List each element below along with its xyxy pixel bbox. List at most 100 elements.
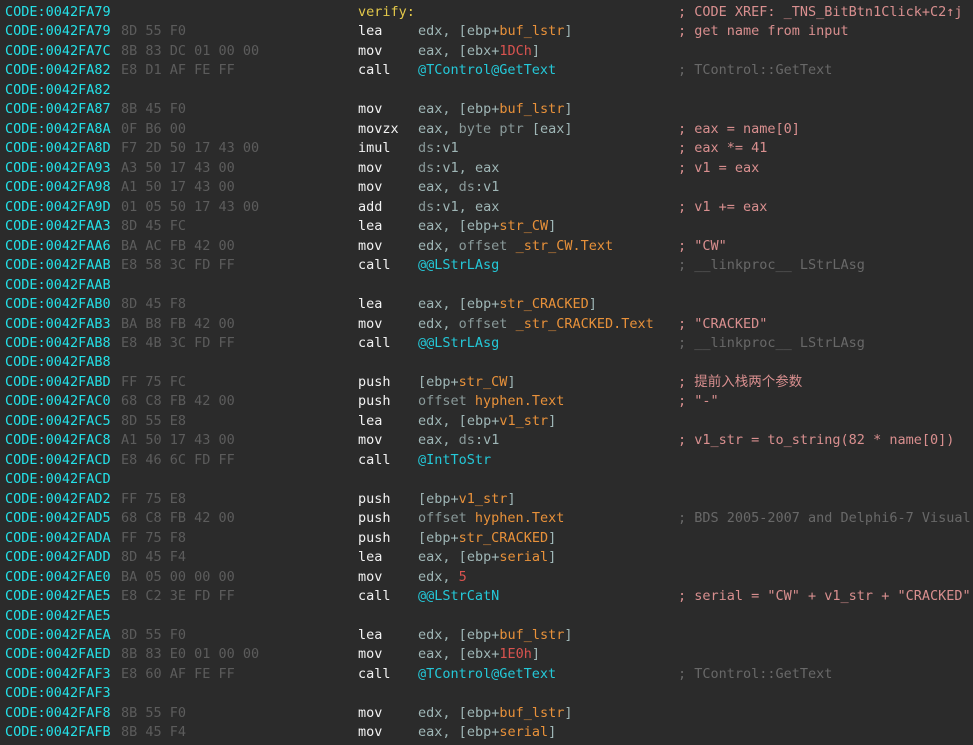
auto-comment[interactable]: ; TControl::GetText (678, 665, 832, 684)
disasm-line[interactable]: CODE:0042FAED 8B 83 E0 01 00 00 mov eax, [e… (0, 645, 973, 664)
instruction[interactable]: push [ebp+str_CW] (358, 373, 516, 392)
instruction[interactable]: lea eax, [ebp+serial] (358, 548, 556, 567)
instruction[interactable]: mov edx, [ebp+buf_lstr] (358, 704, 573, 723)
opcode-bytes: 68 C8 FB 42 00 (121, 393, 235, 410)
disasm-line[interactable]: CODE:0042FA79 verify: ; CODE XREF: _TNS_Bi… (0, 3, 973, 22)
disasm-line[interactable]: CODE:0042FAB8 (0, 353, 973, 372)
instruction[interactable]: add ds:v1, eax (358, 198, 499, 217)
disasm-line[interactable]: CODE:0042FAE5 (0, 607, 973, 626)
disasm-line[interactable]: CODE:0042FAC0 68 C8 FB 42 00 push offset hy… (0, 392, 973, 411)
instruction[interactable]: call @TControl@GetText (358, 665, 556, 684)
disasm-line[interactable]: CODE:0042FA8D F7 2D 50 17 43 00 imul ds:v1;… (0, 139, 973, 158)
disasm-line[interactable]: CODE:0042FAA6 BA AC FB 42 00 mov edx, offse… (0, 237, 973, 256)
disasm-line[interactable]: CODE:0042FAF3 E8 60 AF FE FF call @TControl… (0, 665, 973, 684)
disasm-line[interactable]: CODE:0042FA79 8D 55 F0 lea edx, [ebp+buf_ls… (0, 22, 973, 41)
instruction[interactable]: lea edx, [ebp+v1_str] (358, 412, 556, 431)
disasm-line[interactable]: CODE:0042FADD 8D 45 F4 lea eax, [ebp+serial… (0, 548, 973, 567)
disasm-line[interactable]: CODE:0042FAF3 (0, 684, 973, 703)
mnemonic: push (358, 393, 391, 410)
mnemonic: call (358, 665, 391, 682)
instruction[interactable]: push offset hyphen.Text (358, 392, 564, 411)
instruction[interactable]: imul ds:v1 (358, 139, 459, 158)
disasm-line[interactable]: CODE:0042FACD (0, 470, 973, 489)
user-comment[interactable]: ; eax = name[0] (678, 120, 800, 139)
instruction[interactable]: mov edx, 5 (358, 568, 467, 587)
immediate-value: 5 (458, 568, 467, 585)
auto-comment[interactable]: ; __linkproc__ LStrLAsg (678, 256, 865, 275)
disasm-line[interactable]: CODE:0042FA93 A3 50 17 43 00 mov ds:v1, eax… (0, 159, 973, 178)
instruction[interactable]: mov eax, ds:v1 (358, 178, 499, 197)
opcode-bytes: FF 75 FC (121, 373, 187, 390)
instruction[interactable]: call @@LStrLAsg (358, 334, 499, 353)
user-comment[interactable]: ; v1 += eax (678, 198, 767, 217)
disasm-line[interactable]: CODE:0042FA87 8B 45 F0 mov eax, [ebp+buf_ls… (0, 100, 973, 119)
user-comment[interactable]: ; get name from input (678, 22, 849, 41)
disasm-line[interactable]: CODE:0042FAC8 A1 50 17 43 00 mov eax, ds:v1… (0, 431, 973, 450)
disasm-line[interactable]: CODE:0042FAC5 8D 55 E8 lea edx, [ebp+v1_str… (0, 412, 973, 431)
register-eax: eax (418, 724, 443, 741)
disasm-line[interactable]: CODE:0042FAD2 FF 75 E8 push [ebp+v1_str] (0, 490, 973, 509)
instruction[interactable]: mov eax, [ebp+buf_lstr] (358, 100, 573, 119)
instruction[interactable]: mov eax, ds:v1 (358, 431, 499, 450)
user-comment[interactable]: ; v1 = eax (678, 159, 759, 178)
disasm-line[interactable]: CODE:0042FA82 E8 D1 AF FE FF call @TControl… (0, 61, 973, 80)
auto-comment[interactable]: ; TControl::GetText (678, 61, 832, 80)
user-comment[interactable]: ; "-" (678, 392, 719, 411)
instruction[interactable]: push offset hyphen.Text (358, 509, 564, 528)
disasm-line[interactable]: CODE:0042FADA FF 75 F8 push [ebp+str_CRACKE… (0, 529, 973, 548)
disasm-line[interactable]: CODE:0042FA9D 01 05 50 17 43 00 add ds:v1, … (0, 198, 973, 217)
user-comment[interactable]: ; serial = "CW" + v1_str + "CRACKED" (678, 587, 971, 606)
instruction[interactable]: mov edx, offset _str_CRACKED.Text (358, 315, 654, 334)
disasm-line[interactable]: CODE:0042FA82 (0, 81, 973, 100)
disasm-line[interactable]: CODE:0042FAD5 68 C8 FB 42 00 push offset hy… (0, 509, 973, 528)
disasm-line[interactable]: CODE:0042FABD FF 75 FC push [ebp+str_CW] ; 提… (0, 373, 973, 392)
instruction[interactable]: call @IntToStr (358, 451, 491, 470)
user-comment[interactable]: ; CODE XREF: _TNS_BitBtn1Click+C2↑j (678, 3, 962, 22)
disassembly-view[interactable]: CODE:0042FA79 verify: ; CODE XREF: _TNS_Bi… (0, 0, 973, 745)
code-label[interactable]: verify: (358, 3, 415, 22)
disasm-line[interactable]: CODE:0042FA8A 0F B6 00 movzx eax, byte ptr … (0, 120, 973, 139)
disasm-line[interactable]: CODE:0042FAE0 BA 05 00 00 00 mov edx, 5 (0, 568, 973, 587)
auto-comment[interactable]: ; __linkproc__ LStrLAsg (678, 334, 865, 353)
user-comment[interactable]: ; eax *= 41 (678, 139, 767, 158)
disasm-line[interactable]: CODE:0042FACD E8 46 6C FD FF call @IntToStr (0, 451, 973, 470)
instruction[interactable]: lea edx, [ebp+buf_lstr] (358, 22, 573, 41)
instruction[interactable]: mov eax, [ebp+serial] (358, 723, 556, 742)
instruction[interactable]: mov eax, [ebx+1DCh] (358, 42, 540, 61)
disasm-line[interactable]: CODE:0042FAE5 E8 C2 3E FD FF call @@LStrCat… (0, 587, 973, 606)
disasm-line[interactable]: CODE:0042FAFB 8B 45 F4 mov eax, [ebp+serial… (0, 723, 973, 742)
disasm-line[interactable]: CODE:0042FA98 A1 50 17 43 00 mov eax, ds:v1 (0, 178, 973, 197)
instruction[interactable]: mov eax, [ebx+1E0h] (358, 645, 540, 664)
line-address: CODE:0042FAE5 (5, 588, 111, 605)
line-address: CODE:0042FA93 (5, 159, 111, 176)
instruction[interactable]: push [ebp+str_CRACKED] (358, 529, 556, 548)
disasm-line[interactable]: CODE:0042FAF8 8B 55 F0 mov edx, [ebp+buf_ls… (0, 704, 973, 723)
instruction[interactable]: lea edx, [ebp+buf_lstr] (358, 626, 573, 645)
instruction[interactable]: call @@LStrCatN (358, 587, 499, 606)
disasm-line[interactable]: CODE:0042FAEA 8D 55 F0 lea edx, [ebp+buf_ls… (0, 626, 973, 645)
user-comment[interactable]: ; 提前入栈两个参数 (678, 373, 802, 392)
instruction[interactable]: movzx eax, byte ptr [eax] (358, 120, 573, 139)
disasm-line[interactable]: CODE:0042FAB0 8D 45 F8 lea eax, [ebp+str_CR… (0, 295, 973, 314)
instruction[interactable]: mov edx, offset _str_CW.Text (358, 237, 613, 256)
disasm-line[interactable]: CODE:0042FA7C 8B 83 DC 01 00 00 mov eax, [e… (0, 42, 973, 61)
operand-punct: + (450, 373, 459, 390)
line-address: CODE:0042FAED (5, 646, 111, 663)
instruction[interactable]: call @@LStrLAsg (358, 256, 499, 275)
disasm-line[interactable]: CODE:0042FAAB (0, 276, 973, 295)
auto-comment[interactable]: ; BDS 2005-2007 and Delphi6-7 Visual (678, 509, 971, 528)
register-edx: edx (418, 568, 443, 585)
disasm-line[interactable]: CODE:0042FAAB E8 58 3C FD FF call @@LStrLAs… (0, 256, 973, 275)
instruction[interactable]: call @TControl@GetText (358, 61, 556, 80)
disasm-line[interactable]: CODE:0042FAA3 8D 45 FC lea eax, [ebp+str_CW… (0, 217, 973, 236)
user-comment[interactable]: ; "CRACKED" (678, 315, 767, 334)
user-comment[interactable]: ; "CW" (678, 237, 727, 256)
mnemonic: push (358, 529, 391, 546)
disasm-line[interactable]: CODE:0042FAB8 E8 4B 3C FD FF call @@LStrLAs… (0, 334, 973, 353)
user-comment[interactable]: ; v1_str = to_string(82 * name[0]) (678, 431, 954, 450)
instruction[interactable]: lea eax, [ebp+str_CW] (358, 217, 556, 236)
instruction[interactable]: lea eax, [ebp+str_CRACKED] (358, 295, 597, 314)
instruction[interactable]: push [ebp+v1_str] (358, 490, 516, 509)
disasm-line[interactable]: CODE:0042FAB3 BA B8 FB 42 00 mov edx, offse… (0, 315, 973, 334)
instruction[interactable]: mov ds:v1, eax (358, 159, 499, 178)
